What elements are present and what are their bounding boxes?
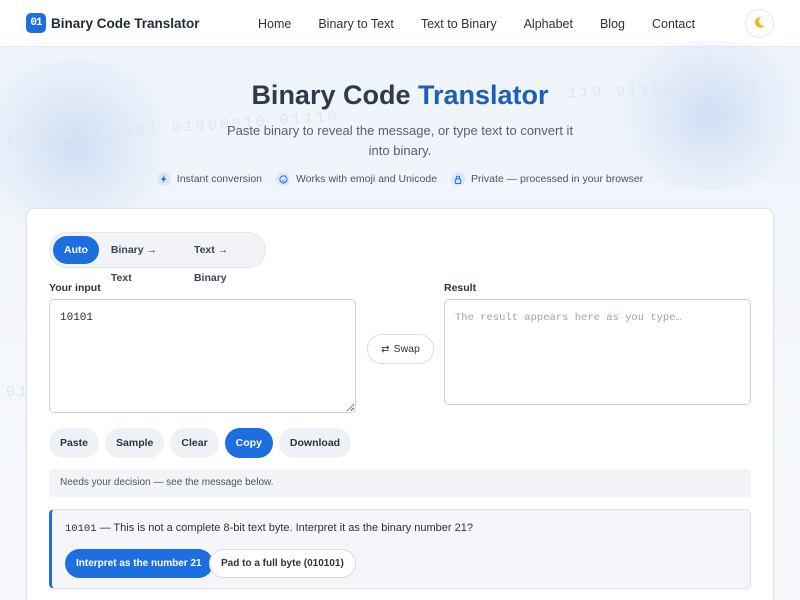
nav-link-binary-to-text[interactable]: Binary to Text (318, 17, 394, 31)
tab-binary-to-text[interactable]: Binary → Text (99, 236, 182, 284)
page-subtitle: Paste binary to reveal the message, or t… (226, 123, 574, 158)
input-label: Your input (49, 282, 101, 294)
logo-text: Binary Code Translator (51, 15, 200, 31)
decision-message: 10101 — This is not a complete 8-bit tex… (65, 522, 473, 535)
lightning-icon (156, 172, 171, 186)
smile-icon (276, 172, 290, 186)
feature-badge-label: Works with emoji and Unicode (296, 173, 438, 185)
tab-text-to-binary[interactable]: Text → Binary (182, 236, 265, 284)
pad-to-byte-button[interactable]: Pad to a full byte (010101) (209, 549, 356, 578)
feature-badge-label: Private — processed in your browser (471, 173, 644, 185)
clear-button[interactable]: Clear (170, 428, 219, 458)
translator-card: Auto Binary → Text Text → Binary Your in… (26, 208, 774, 600)
nav-link-contact[interactable]: Contact (652, 17, 695, 31)
top-nav: 01 Binary Code Translator Home Binary to… (0, 0, 800, 47)
result-placeholder: The result appears here as you type… (455, 312, 682, 324)
tab-auto[interactable]: Auto (53, 236, 99, 264)
theme-toggle-button[interactable] (745, 9, 774, 38)
nav-link-text-to-binary[interactable]: Text to Binary (421, 17, 497, 31)
feature-badge-label: Instant conversion (176, 173, 262, 185)
feature-badge: Instant conversion (156, 172, 262, 186)
page-title-main: Binary Code (251, 80, 411, 110)
nav-link-home[interactable]: Home (258, 17, 291, 31)
binary-input[interactable]: 10101 (49, 299, 356, 413)
status-message: Needs your decision — see the message be… (49, 469, 751, 497)
feature-badge: Private — processed in your browser (451, 172, 643, 186)
nav-link-blog[interactable]: Blog (600, 17, 625, 31)
moon-icon (753, 16, 766, 32)
decision-text: — This is not a complete 8-bit text byte… (96, 522, 473, 534)
result-output[interactable]: The result appears here as you type… (444, 299, 751, 405)
page-title: Binary Code Translator (0, 80, 800, 111)
decision-panel: 10101 — This is not a complete 8-bit tex… (49, 509, 751, 589)
copy-button[interactable]: Copy (224, 428, 273, 458)
hero-glow (600, 40, 800, 190)
mode-tabs: Auto Binary → Text Text → Binary (49, 232, 266, 284)
swap-button-label: Swap (393, 343, 420, 355)
decision-code: 10101 (65, 523, 97, 535)
swap-icon: ⇄ (381, 343, 390, 355)
result-label: Result (444, 282, 477, 294)
page-title-accent: Translator (418, 80, 549, 110)
paste-button[interactable]: Paste (49, 428, 100, 458)
swap-button[interactable]: ⇄ Swap (367, 334, 434, 364)
feature-badge: Works with emoji and Unicode (276, 172, 437, 186)
action-buttons: Paste Sample Clear Copy Download (49, 428, 357, 458)
interpret-as-number-button[interactable]: Interpret as the number 21 (65, 549, 213, 578)
nav-links: Home Binary to Text Text to Binary Alpha… (258, 0, 722, 47)
logo[interactable]: 01 Binary Code Translator (26, 13, 200, 33)
download-button[interactable]: Download (278, 428, 352, 458)
nav-link-alphabet[interactable]: Alphabet (524, 17, 573, 31)
lock-icon (451, 172, 466, 186)
logo-icon: 01 (26, 13, 46, 33)
feature-badges: Instant conversion Works with emoji and … (0, 172, 800, 186)
sample-button[interactable]: Sample (105, 428, 165, 458)
